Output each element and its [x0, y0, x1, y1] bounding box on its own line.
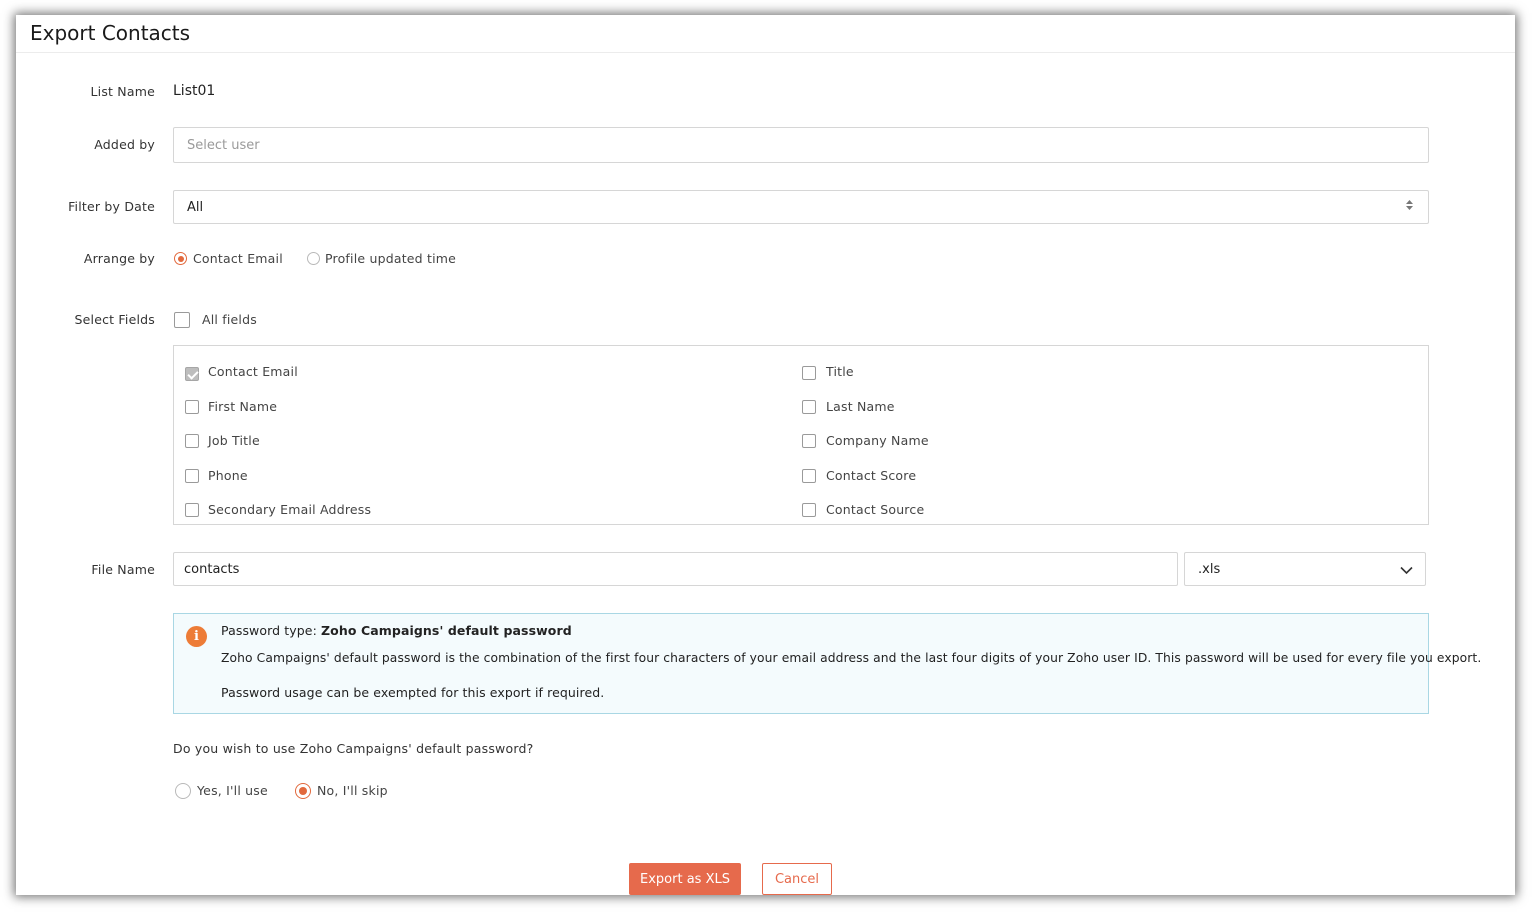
- password-type-value: Zoho Campaigns' default password: [320, 623, 572, 638]
- field-phone-checkbox[interactable]: [185, 469, 199, 483]
- chevron-down-icon: [1400, 564, 1413, 579]
- field-contact-source-label[interactable]: Contact Source: [826, 502, 924, 517]
- password-question: Do you wish to use Zoho Campaigns' defau…: [173, 741, 534, 756]
- sort-arrows-icon: [1405, 199, 1414, 211]
- dialog-title: Export Contacts: [30, 21, 191, 45]
- field-secondary-email-checkbox[interactable]: [185, 503, 199, 517]
- arrange-contact-email-radio[interactable]: [174, 252, 187, 265]
- field-job-title-checkbox[interactable]: [185, 434, 199, 448]
- field-contact-email-label[interactable]: Contact Email: [208, 364, 298, 379]
- field-title-label[interactable]: Title: [826, 364, 854, 379]
- select-fields-label: Select Fields: [74, 312, 155, 327]
- password-info-box: i Password type: Zoho Campaigns' default…: [173, 613, 1481, 714]
- use-password-yes-radio[interactable]: [175, 783, 191, 799]
- field-contact-score-checkbox[interactable]: [802, 469, 816, 483]
- field-last-name-checkbox[interactable]: [802, 400, 816, 414]
- password-type-label: Password type:: [221, 623, 317, 638]
- field-first-name-label[interactable]: First Name: [208, 399, 277, 414]
- arrange-by-label: Arrange by: [83, 251, 155, 266]
- field-title-checkbox[interactable]: [802, 366, 816, 380]
- all-fields-label[interactable]: All fields: [202, 312, 257, 327]
- use-password-no-radio[interactable]: [295, 783, 311, 799]
- file-name-value: contacts: [184, 561, 240, 577]
- filter-by-date-select[interactable]: All: [173, 190, 1429, 224]
- field-company-name-checkbox[interactable]: [802, 434, 816, 448]
- list-name-label: List Name: [90, 84, 155, 99]
- field-last-name-label[interactable]: Last Name: [826, 399, 895, 414]
- added-by-select[interactable]: Select user: [173, 127, 1429, 163]
- list-name-value: List01: [173, 83, 216, 99]
- all-fields-checkbox[interactable]: [174, 312, 190, 328]
- field-company-name-label[interactable]: Company Name: [826, 433, 929, 448]
- arrange-profile-updated-radio[interactable]: [307, 252, 320, 265]
- filter-by-date-value: All: [187, 199, 204, 215]
- field-job-title-label[interactable]: Job Title: [208, 433, 260, 448]
- field-contact-score-label[interactable]: Contact Score: [826, 468, 916, 483]
- field-first-name-checkbox[interactable]: [185, 400, 199, 414]
- filter-by-date-label: Filter by Date: [68, 199, 155, 214]
- dialog-header: Export Contacts: [16, 15, 1515, 53]
- export-as-xls-button[interactable]: Export as XLS: [629, 863, 741, 895]
- file-extension-value: .xls: [1198, 561, 1221, 577]
- file-name-input[interactable]: contacts: [173, 552, 1178, 586]
- arrange-profile-updated-label[interactable]: Profile updated time: [325, 251, 456, 266]
- field-contact-source-checkbox[interactable]: [802, 503, 816, 517]
- field-secondary-email-label[interactable]: Secondary Email Address: [208, 502, 371, 517]
- file-name-label: File Name: [91, 562, 155, 577]
- added-by-label: Added by: [94, 137, 155, 152]
- password-description: Zoho Campaigns' default password is the …: [221, 651, 1482, 665]
- info-icon: i: [186, 626, 207, 647]
- use-password-yes-label[interactable]: Yes, I'll use: [197, 783, 268, 798]
- field-phone-label[interactable]: Phone: [208, 468, 248, 483]
- field-contact-email-checkbox[interactable]: [185, 367, 199, 381]
- arrange-contact-email-label[interactable]: Contact Email: [193, 251, 283, 266]
- export-contacts-dialog: Export Contacts List Name List01 Added b…: [16, 15, 1515, 895]
- use-password-no-label[interactable]: No, I'll skip: [317, 783, 388, 798]
- fields-list: Contact Email First Name Job Title Phone…: [173, 345, 1429, 525]
- password-exemption-note: Password usage can be exempted for this …: [221, 685, 605, 700]
- added-by-placeholder: Select user: [187, 137, 260, 153]
- file-extension-select[interactable]: .xls: [1184, 552, 1426, 586]
- cancel-button[interactable]: Cancel: [762, 863, 832, 895]
- password-type-line: Password type: Zoho Campaigns' default p…: [221, 623, 572, 638]
